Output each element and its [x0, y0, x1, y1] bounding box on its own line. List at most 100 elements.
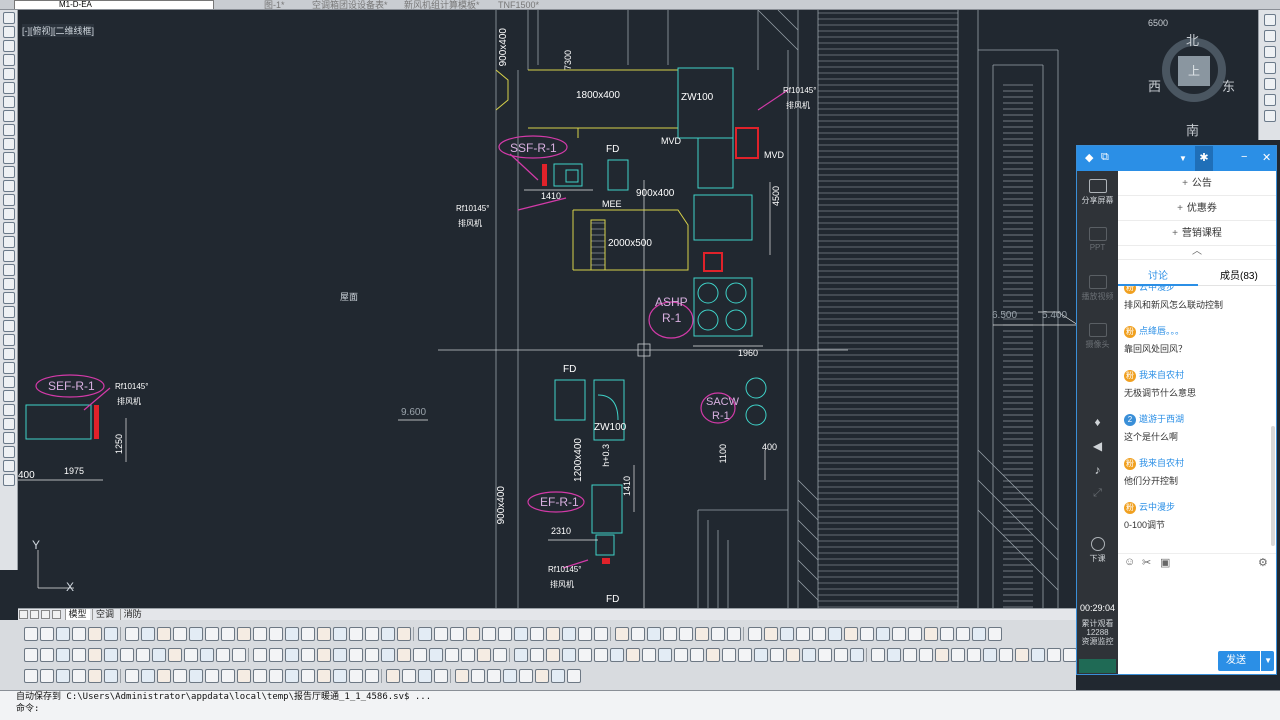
toolbar-button[interactable] [626, 648, 640, 662]
send-button[interactable]: 发送 ▼ [1218, 651, 1274, 671]
toolbar-button[interactable] [205, 627, 219, 641]
toolbar-button[interactable] [269, 669, 283, 683]
toolbar-button[interactable] [578, 648, 592, 662]
toolbar-button[interactable] [333, 627, 347, 641]
toolbar-button[interactable] [418, 669, 432, 683]
toolbar-button[interactable] [216, 648, 230, 662]
toolbar-button[interactable] [1031, 648, 1045, 662]
toolbar-button[interactable] [434, 669, 448, 683]
layout-tab-hvac[interactable]: 空调 [92, 609, 117, 620]
toolbar-button[interactable] [301, 627, 315, 641]
toolbar-button[interactable] [551, 669, 565, 683]
draw-tool-button[interactable] [3, 446, 15, 458]
toolbar-button[interactable] [333, 648, 347, 662]
toolbar-button[interactable] [770, 648, 784, 662]
toolbar-button[interactable] [397, 627, 411, 641]
toolbar-button[interactable] [674, 648, 688, 662]
toolbar-button[interactable] [40, 669, 54, 683]
toolbar-button[interactable] [578, 627, 592, 641]
toolbar-button[interactable] [120, 648, 134, 662]
toolbar-button[interactable] [349, 627, 363, 641]
toolbar-button[interactable] [365, 627, 379, 641]
tab-members[interactable]: 成员(83) [1220, 267, 1258, 282]
toolbar-button[interactable] [24, 627, 38, 641]
toolbar-button[interactable] [232, 648, 246, 662]
toolbar-button[interactable] [658, 648, 672, 662]
draw-tool-button[interactable] [3, 124, 15, 136]
toolbar-button[interactable] [381, 627, 395, 641]
draw-tool-button[interactable] [3, 432, 15, 444]
toolbar-button[interactable] [647, 627, 661, 641]
draw-tool-button[interactable] [3, 68, 15, 80]
toolbar-button[interactable] [610, 648, 624, 662]
end-class-button[interactable]: 下课 [1077, 537, 1118, 564]
layout-tab-fire[interactable]: 消防 [119, 609, 145, 620]
panel-dropdown-icon[interactable]: ▼ [1179, 154, 1187, 163]
doc-tab-4[interactable]: TNF1500* [498, 0, 539, 9]
toolbar-button[interactable] [1047, 648, 1061, 662]
emoji-icon[interactable]: ☺ [1124, 556, 1135, 568]
toolbar-button[interactable] [285, 627, 299, 641]
toolbar-button[interactable] [786, 648, 800, 662]
toolbar-button[interactable] [24, 669, 38, 683]
draw-tool-button[interactable] [3, 152, 15, 164]
layout-tab-model[interactable]: 模型 [64, 609, 90, 620]
toolbar-button[interactable] [157, 669, 171, 683]
toolbar-button[interactable] [924, 627, 938, 641]
toolbar-button[interactable] [818, 648, 832, 662]
menu-courses[interactable]: + 营销课程 [1118, 221, 1276, 246]
toolbar-button[interactable] [727, 627, 741, 641]
toolbar-button[interactable] [812, 627, 826, 641]
microphone-icon[interactable]: ♦ [1077, 415, 1118, 429]
toolbar-button[interactable] [200, 648, 214, 662]
viewport-label[interactable]: [-][俯视][二维线框] [22, 24, 95, 37]
toolbar-button[interactable] [269, 648, 283, 662]
panel-share-icon[interactable]: ⧉ [1101, 151, 1109, 164]
toolbar-button[interactable] [530, 648, 544, 662]
toolbar-button[interactable] [466, 627, 480, 641]
toolbar-button[interactable] [189, 627, 203, 641]
toolbar-button[interactable] [205, 669, 219, 683]
toolbar-button[interactable] [935, 648, 949, 662]
toolbar-button[interactable] [983, 648, 997, 662]
play-video-button[interactable]: 播放视频 [1077, 275, 1118, 302]
draw-tool-button[interactable] [3, 138, 15, 150]
toolbar-button[interactable] [253, 669, 267, 683]
draw-tool-button[interactable] [3, 306, 15, 318]
toolbar-button[interactable] [514, 648, 528, 662]
scissors-icon[interactable]: ✂ [1142, 556, 1151, 569]
draw-tool-button[interactable] [3, 320, 15, 332]
toolbar-button[interactable] [333, 669, 347, 683]
toolbar-button[interactable] [940, 627, 954, 641]
drawing-canvas[interactable]: [-][俯视][二维线框] 900x400 7300 1800x400 ZW100 Rf… [18, 10, 1258, 610]
toolbar-button[interactable] [503, 669, 517, 683]
toolbar-button[interactable] [956, 627, 970, 641]
nav-tool-button[interactable] [1264, 30, 1276, 42]
tab-next-button[interactable] [41, 610, 50, 619]
toolbar-button[interactable] [493, 648, 507, 662]
toolbar-button[interactable] [429, 648, 443, 662]
toolbar-button[interactable] [487, 669, 501, 683]
toolbar-button[interactable] [967, 648, 981, 662]
nav-tool-button[interactable] [1264, 110, 1276, 122]
toolbar-button[interactable] [477, 648, 491, 662]
toolbar-button[interactable] [104, 648, 118, 662]
toolbar-button[interactable] [450, 627, 464, 641]
toolbar-button[interactable] [535, 669, 549, 683]
nav-tool-button[interactable] [1264, 14, 1276, 26]
draw-tool-button[interactable] [3, 250, 15, 262]
toolbar-button[interactable] [546, 648, 560, 662]
toolbar-button[interactable] [349, 648, 363, 662]
toolbar-button[interactable] [317, 648, 331, 662]
toolbar-button[interactable] [764, 627, 778, 641]
toolbar-button[interactable] [887, 648, 901, 662]
toolbar-button[interactable] [871, 648, 885, 662]
draw-tool-button[interactable] [3, 12, 15, 24]
toolbar-button[interactable] [168, 648, 182, 662]
toolbar-button[interactable] [381, 648, 395, 662]
draw-tool-button[interactable] [3, 110, 15, 122]
nav-tool-button[interactable] [1264, 46, 1276, 58]
draw-tool-button[interactable] [3, 54, 15, 66]
toolbar-button[interactable] [1063, 648, 1077, 662]
toolbar-button[interactable] [988, 627, 1002, 641]
